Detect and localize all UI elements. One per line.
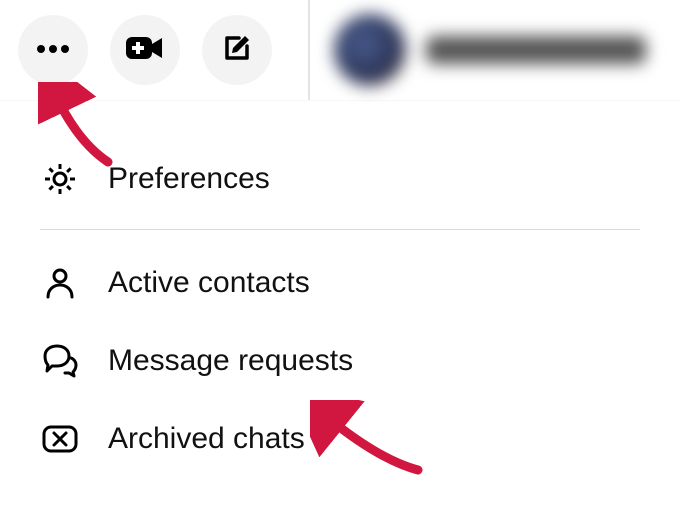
topbar [0, 0, 680, 101]
vertical-divider [308, 0, 310, 100]
person-icon [40, 265, 80, 301]
compose-button[interactable] [202, 15, 272, 85]
conversation-header[interactable] [334, 14, 646, 86]
options-menu: Preferences Active contacts Message requ… [0, 135, 680, 478]
more-icon [36, 41, 70, 59]
more-options-button[interactable] [18, 15, 88, 85]
menu-label: Archived chats [108, 422, 305, 456]
menu-item-preferences[interactable]: Preferences [40, 135, 640, 223]
menu-item-archived-chats[interactable]: Archived chats [40, 400, 640, 478]
menu-item-message-requests[interactable]: Message requests [40, 322, 640, 400]
avatar [334, 14, 406, 86]
menu-divider [40, 229, 640, 230]
compose-icon [221, 32, 253, 69]
archive-x-icon [40, 424, 80, 454]
menu-item-active-contacts[interactable]: Active contacts [40, 244, 640, 322]
new-video-call-button[interactable] [110, 15, 180, 85]
video-plus-icon [126, 35, 164, 66]
chat-icon [40, 344, 80, 378]
menu-label: Active contacts [108, 266, 310, 300]
gear-icon [40, 160, 80, 198]
contact-name-blurred [426, 36, 646, 64]
menu-label: Preferences [108, 162, 270, 196]
menu-label: Message requests [108, 344, 353, 378]
